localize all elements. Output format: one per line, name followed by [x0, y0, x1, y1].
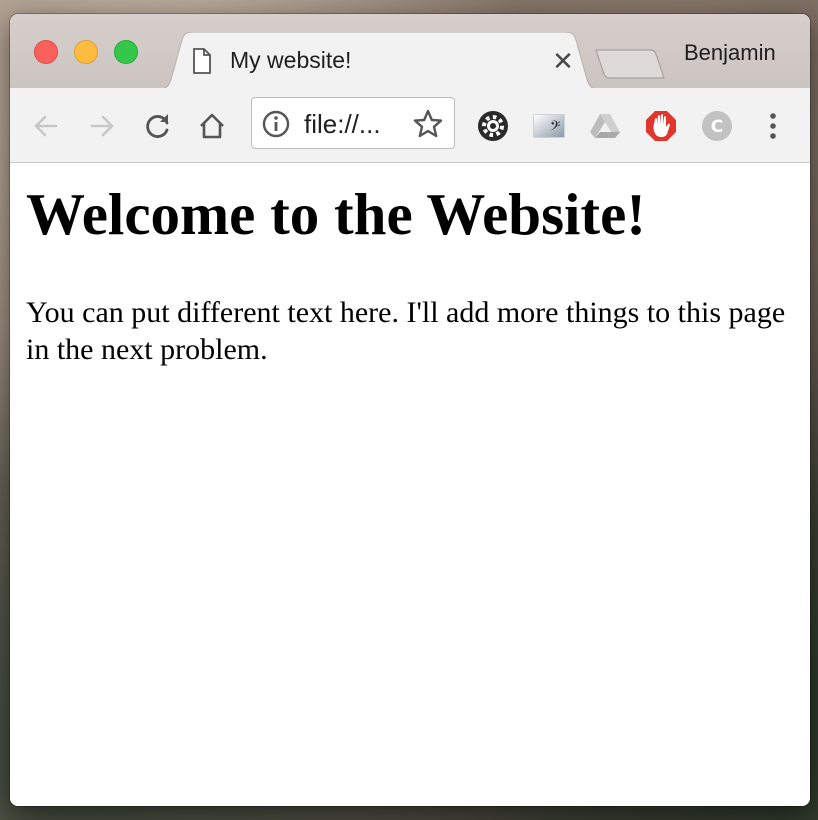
- profile-name[interactable]: Benjamin: [684, 40, 776, 66]
- page-icon: [193, 48, 211, 74]
- kebab-menu-icon[interactable]: [757, 110, 789, 142]
- address-bar[interactable]: file://...: [251, 97, 455, 149]
- tab-shape: [156, 32, 602, 90]
- c-extension-icon[interactable]: C: [701, 110, 733, 142]
- forward-arrow-icon[interactable]: [86, 110, 118, 142]
- page-heading: Welcome to the Website!: [26, 181, 646, 247]
- star-icon[interactable]: [412, 108, 444, 140]
- url-text[interactable]: file://...: [304, 109, 381, 139]
- adblock-icon[interactable]: [645, 110, 677, 142]
- back-arrow-icon[interactable]: [30, 110, 62, 142]
- reload-icon[interactable]: [142, 110, 174, 142]
- minimize-window-button[interactable]: [74, 40, 98, 64]
- browser-window: My website! ✕ Benjamin file://... 𝄢 C We…: [10, 14, 810, 806]
- google-drive-icon[interactable]: [589, 110, 621, 142]
- close-window-button[interactable]: [34, 40, 58, 64]
- svg-text:C: C: [711, 117, 723, 137]
- music-extension-icon[interactable]: 𝄢: [533, 110, 565, 142]
- info-icon[interactable]: [262, 110, 290, 138]
- page-content: Welcome to the Website! You can put diff…: [10, 163, 810, 806]
- tab-close-button[interactable]: ✕: [551, 48, 575, 74]
- home-icon[interactable]: [196, 110, 228, 142]
- title-bar: My website! ✕ Benjamin: [10, 14, 810, 90]
- tab-title: My website!: [230, 47, 352, 73]
- toolbar: file://... 𝄢 C: [10, 88, 810, 163]
- maximize-window-button[interactable]: [114, 40, 138, 64]
- new-tab-button[interactable]: [594, 48, 666, 80]
- gear-extension-icon[interactable]: [477, 110, 509, 142]
- page-paragraph: You can put different text here. I'll ad…: [26, 296, 786, 366]
- tab-my-website[interactable]: My website! ✕: [156, 32, 602, 90]
- svg-text:𝄢: 𝄢: [550, 118, 560, 137]
